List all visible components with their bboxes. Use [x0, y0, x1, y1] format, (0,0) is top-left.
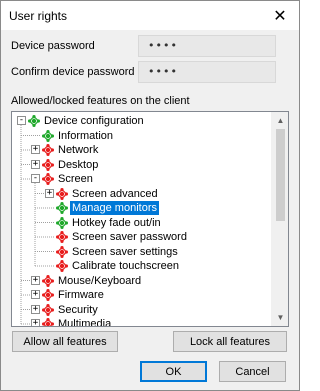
- collapse-icon[interactable]: -: [31, 174, 40, 183]
- tree-item-label: Firmware: [58, 289, 104, 301]
- tree-item-label: Calibrate touchscreen: [72, 260, 180, 272]
- lock-all-features-button[interactable]: Lock all features: [173, 331, 287, 352]
- title-bar: User rights ✕: [1, 1, 299, 30]
- expand-icon[interactable]: +: [31, 159, 40, 169]
- allowed-status-icon[interactable]: [42, 129, 54, 142]
- cancel-button[interactable]: Cancel: [219, 361, 286, 382]
- tree-item-label: Screen saver settings: [72, 245, 178, 258]
- tree-item[interactable]: Information: [12, 129, 270, 143]
- locked-status-icon[interactable]: [42, 289, 54, 301]
- tree-item[interactable]: Calibrate touchscreen: [12, 259, 270, 273]
- expand-icon[interactable]: +: [31, 275, 40, 285]
- tree-item-label: Manage monitors: [70, 201, 159, 215]
- ok-button[interactable]: OK: [140, 361, 207, 382]
- locked-status-icon[interactable]: [56, 245, 68, 258]
- locked-status-icon[interactable]: [56, 260, 68, 272]
- collapse-icon[interactable]: -: [17, 116, 26, 125]
- expand-icon[interactable]: +: [31, 304, 40, 314]
- locked-status-icon[interactable]: [42, 318, 54, 326]
- allow-all-features-button[interactable]: Allow all features: [12, 331, 118, 352]
- allowed-status-icon[interactable]: [56, 202, 68, 214]
- scroll-thumb[interactable]: [276, 129, 285, 221]
- expand-icon[interactable]: +: [31, 319, 40, 326]
- tree-item[interactable]: + Mouse/Keyboard: [12, 274, 270, 288]
- tree-item-label: Information: [58, 129, 114, 142]
- tree-item[interactable]: + Desktop: [12, 158, 270, 172]
- scroll-up-arrow[interactable]: ▲: [272, 112, 288, 129]
- tree-item[interactable]: Manage monitors: [12, 201, 270, 215]
- scroll-down-arrow[interactable]: ▼: [272, 309, 288, 326]
- dialog-title: User rights: [9, 9, 68, 23]
- tree-item-label: Mouse/Keyboard: [58, 274, 142, 287]
- tree-item-label: Screen saver password: [72, 231, 187, 243]
- expand-icon[interactable]: +: [31, 145, 40, 154]
- tree-item[interactable]: Hotkey fade out/in: [12, 216, 270, 230]
- allowed-status-icon[interactable]: [56, 216, 68, 229]
- tree-item[interactable]: Screen saver password: [12, 230, 270, 244]
- locked-status-icon[interactable]: [42, 274, 54, 287]
- tree-item[interactable]: - Screen: [12, 172, 270, 186]
- locked-status-icon[interactable]: [42, 173, 54, 185]
- user-rights-dialog: User rights ✕ Device password •••• Confi…: [0, 0, 300, 391]
- tree-item-label: Multimedia: [58, 318, 112, 327]
- allowed-status-icon[interactable]: [28, 115, 40, 127]
- features-section-label: Allowed/locked features on the client: [11, 95, 190, 107]
- tree-item-label: Device configuration: [44, 115, 144, 127]
- vertical-scrollbar[interactable]: ▲ ▼: [271, 112, 288, 326]
- tree-item-label: Screen advanced: [72, 187, 158, 200]
- locked-status-icon[interactable]: [42, 144, 54, 156]
- locked-status-icon[interactable]: [42, 158, 54, 171]
- tree-item[interactable]: + Screen advanced: [12, 187, 270, 201]
- tree-item-label: Network: [58, 144, 99, 156]
- tree-item-label: Hotkey fade out/in: [72, 216, 161, 229]
- tree-item[interactable]: + Multimedia: [12, 317, 270, 327]
- expand-icon[interactable]: +: [31, 290, 40, 299]
- tree-item-label: Security: [58, 303, 98, 316]
- features-tree[interactable]: - Device configuration Information + Network…: [11, 111, 289, 327]
- locked-status-icon[interactable]: [56, 187, 68, 200]
- expand-icon[interactable]: +: [45, 188, 54, 198]
- tree-item[interactable]: - Device configuration: [12, 114, 270, 128]
- tree-item-label: Screen: [58, 173, 93, 185]
- tree-item[interactable]: + Network: [12, 143, 270, 157]
- confirm-password-field[interactable]: ••••: [138, 61, 276, 83]
- tree-item-label: Desktop: [58, 158, 99, 171]
- tree-item[interactable]: Screen saver settings: [12, 245, 270, 259]
- device-password-field[interactable]: ••••: [138, 35, 276, 57]
- locked-status-icon[interactable]: [56, 231, 68, 243]
- device-password-label: Device password: [11, 40, 95, 52]
- close-button[interactable]: ✕: [261, 1, 299, 30]
- tree-item[interactable]: + Security: [12, 303, 270, 317]
- locked-status-icon[interactable]: [42, 303, 54, 316]
- tree-item[interactable]: + Firmware: [12, 288, 270, 302]
- confirm-password-label: Confirm device password: [11, 66, 135, 78]
